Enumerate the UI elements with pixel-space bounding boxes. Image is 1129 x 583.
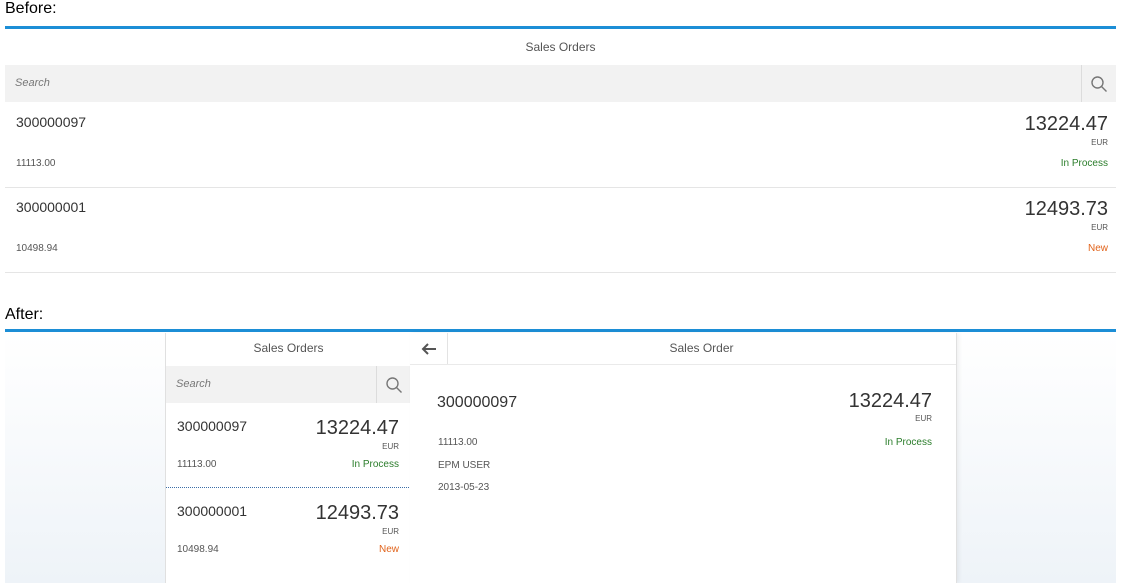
arrow-left-icon <box>421 342 436 355</box>
before-caption: Before: <box>5 0 57 17</box>
search-icon <box>1091 75 1107 92</box>
status-text: In Process <box>1060 158 1108 169</box>
order-currency: EUR <box>915 414 932 423</box>
detail-title: Sales Order <box>669 341 734 355</box>
search-input[interactable]: Search <box>15 65 50 102</box>
master-title: Sales Orders <box>253 341 324 355</box>
order-amount: 13224.47 <box>315 417 399 439</box>
order-net: 11113.00 <box>438 437 478 448</box>
order-amount: 13224.47 <box>1024 113 1108 135</box>
order-currency: EUR <box>382 527 399 536</box>
order-date: 2013-05-23 <box>438 482 490 493</box>
order-net: 11113.00 <box>177 459 217 470</box>
order-id: 300000001 <box>177 503 248 519</box>
order-id: 300000097 <box>16 114 87 130</box>
order-user: EPM USER <box>438 460 491 471</box>
list-item[interactable]: 300000001 10498.94 12493.73 EUR New <box>5 187 1116 273</box>
list-item[interactable]: 300000097 13224.47 EUR 11113.00 In Proce… <box>166 403 411 487</box>
search-input[interactable]: Search <box>176 366 211 403</box>
order-net: 11113.00 <box>16 158 56 169</box>
search-bar[interactable]: Search <box>166 366 411 403</box>
master-pane: Sales Orders Search 300000097 13224.47 E… <box>165 333 412 583</box>
status-text: In Process <box>351 459 399 470</box>
list-item[interactable]: 300000097 11113.00 13224.47 EUR In Proce… <box>5 102 1116 188</box>
order-currency: EUR <box>382 442 399 451</box>
search-button[interactable] <box>376 366 411 403</box>
detail-pane: Sales Order 300000097 13224.47 EUR 11113… <box>410 333 957 583</box>
order-net: 10498.94 <box>177 544 219 555</box>
order-currency: EUR <box>1091 223 1108 232</box>
order-amount: 12493.73 <box>315 502 399 524</box>
page-title: Sales Orders <box>525 40 596 54</box>
detail-header: Sales Order <box>410 333 956 365</box>
after-divider <box>5 329 1116 332</box>
order-currency: EUR <box>1091 138 1108 147</box>
status-text: In Process <box>884 437 932 448</box>
search-bar[interactable]: Search <box>5 65 1116 102</box>
order-amount: 13224.47 <box>848 390 932 412</box>
search-icon <box>386 376 402 393</box>
status-text: New <box>378 544 399 555</box>
search-button[interactable] <box>1081 65 1116 102</box>
back-button[interactable] <box>410 333 448 364</box>
order-id: 300000097 <box>177 418 248 434</box>
order-id: 300000001 <box>16 199 87 215</box>
after-caption: After: <box>5 306 44 323</box>
order-id: 300000097 <box>437 394 518 411</box>
before-divider <box>5 26 1116 29</box>
order-net: 10498.94 <box>16 243 58 254</box>
status-text: New <box>1087 243 1108 254</box>
list-item[interactable]: 300000001 12493.73 EUR 10498.94 New <box>166 488 411 572</box>
order-amount: 12493.73 <box>1024 198 1108 220</box>
